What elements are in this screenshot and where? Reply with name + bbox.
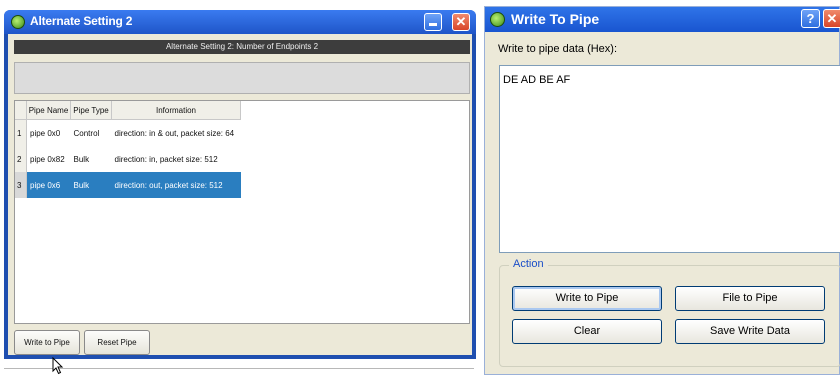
column-header-pipe-type[interactable]: Pipe Type: [70, 101, 112, 120]
information-cell: direction: out, packet size: 512: [111, 172, 241, 198]
column-header-information[interactable]: Information: [111, 101, 241, 120]
action-group-label: Action: [509, 258, 548, 270]
pipe-name-cell: pipe 0x0: [30, 128, 61, 138]
hex-data-label: Write to pipe data (Hex):: [498, 43, 618, 55]
pipe-type-cell: Control: [73, 128, 100, 138]
pipe-grid: Pipe Name Pipe Type Information 1 pipe 0…: [15, 101, 241, 198]
divider: [4, 368, 474, 369]
write-to-pipe-button[interactable]: Write to Pipe: [14, 330, 80, 355]
table-header-row: Pipe Name Pipe Type Information: [15, 101, 241, 120]
dialog-title: Write To Pipe: [511, 11, 600, 27]
information-cell: direction: in, packet size: 512: [114, 154, 218, 164]
mouse-cursor-icon: [52, 357, 64, 375]
clear-button[interactable]: Clear: [512, 319, 662, 344]
row-number: 2: [15, 146, 27, 172]
pipe-table[interactable]: Pipe Name Pipe Type Information 1 pipe 0…: [14, 100, 470, 324]
pipe-type-cell: Bulk: [70, 172, 112, 198]
endpoints-header: Alternate Setting 2: Number of Endpoints…: [14, 40, 470, 54]
app-icon: [11, 15, 25, 29]
file-to-pipe-button[interactable]: File to Pipe: [675, 286, 825, 311]
help-button[interactable]: ?: [801, 9, 820, 28]
app-icon: [490, 12, 505, 27]
table-row[interactable]: 1 pipe 0x0 Control direction: in & out, …: [15, 119, 241, 146]
window-client-area: Alternate Setting 2: Number of Endpoints…: [8, 34, 472, 355]
alternate-setting-window: Alternate Setting 2 ✕ Alternate Setting …: [4, 10, 476, 359]
hex-data-input[interactable]: DE AD BE AF: [499, 65, 840, 253]
action-groupbox: [499, 265, 840, 367]
information-cell: direction: in & out, packet size: 64: [114, 128, 235, 138]
window-title: Alternate Setting 2: [30, 14, 133, 28]
write-to-pipe-button[interactable]: Write to Pipe: [512, 286, 662, 311]
title-bar[interactable]: Write To Pipe ? ✕: [485, 7, 840, 32]
empty-panel: [14, 62, 470, 94]
row-number: 1: [15, 119, 27, 146]
close-button[interactable]: ✕: [452, 13, 470, 31]
table-row-selected[interactable]: 3 pipe 0x6 Bulk direction: out, packet s…: [15, 172, 241, 198]
pipe-type-cell: Bulk: [73, 154, 90, 164]
pipe-name-cell: pipe 0x82: [30, 154, 65, 164]
title-bar[interactable]: Alternate Setting 2 ✕: [4, 10, 476, 34]
column-header-pipe-name[interactable]: Pipe Name: [26, 101, 71, 120]
minimize-button[interactable]: [424, 13, 442, 31]
reset-pipe-button[interactable]: Reset Pipe: [84, 330, 150, 355]
pipe-name-cell: pipe 0x6: [26, 172, 71, 198]
table-row[interactable]: 2 pipe 0x82 Bulk direction: in, packet s…: [15, 146, 241, 172]
write-to-pipe-dialog: Write To Pipe ? ✕ Write to pipe data (He…: [484, 6, 840, 375]
row-number-header: [15, 101, 27, 120]
close-button[interactable]: ✕: [823, 9, 840, 28]
row-number: 3: [15, 172, 27, 198]
save-write-data-button[interactable]: Save Write Data: [675, 319, 825, 344]
